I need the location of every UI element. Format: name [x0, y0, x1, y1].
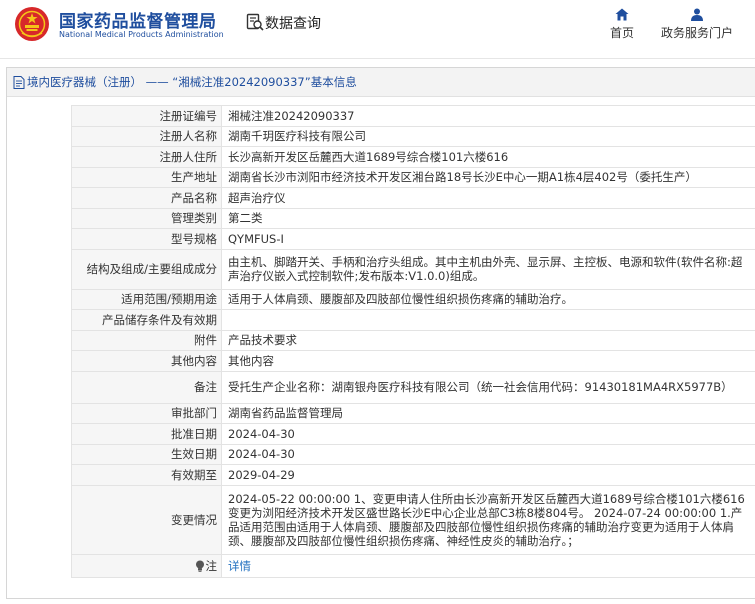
field-label: 型号规格 — [71, 228, 222, 250]
table-row: 有效期至 2029-04-29 — [71, 464, 755, 486]
field-value: 2024-05-22 00:00:00 1、变更申请人住所由长沙高新开发区岳麓西… — [221, 484, 755, 555]
field-value: QYMFUS-I — [221, 228, 755, 250]
nav-home-label: 首页 — [609, 26, 634, 40]
field-value: 超声治疗仪 — [221, 187, 755, 209]
site-name[interactable]: 国家药品监督管理局 — [59, 7, 217, 32]
field-value: 适用于人体肩颈、腰腹部及四肢部位慢性组织损伤疼痛的辅助治疗。 — [221, 288, 755, 310]
page-section-title: 数据查询 — [265, 16, 321, 32]
table-row: 生效日期 2024-04-30 — [71, 443, 755, 465]
field-value: 由主机、脚踏开关、手柄和治疗头组成。其中主机由外壳、显示屏、主控板、电源和软件(… — [221, 248, 755, 290]
field-label: 变更情况 — [71, 484, 222, 555]
table-row-note: 注 详情 — [71, 553, 755, 578]
table-row: 适用范围/预期用途 适用于人体肩颈、腰腹部及四肢部位慢性组织损伤疼痛的辅助治疗。 — [71, 288, 755, 310]
field-label: 产品储存条件及有效期 — [71, 309, 222, 331]
table-row: 生产地址 湖南省长沙市浏阳市经济技术开发区湘台路18号长沙E中心一期A1栋4层4… — [71, 166, 755, 188]
field-label: 管理类别 — [71, 207, 222, 229]
note-label-cell: 注 — [71, 553, 222, 578]
user-icon — [691, 8, 703, 21]
table-row: 批准日期 2024-04-30 — [71, 423, 755, 445]
field-label: 注册证编号 — [71, 105, 222, 127]
table-row: 结构及组成/主要组成成分 由主机、脚踏开关、手柄和治疗头组成。其中主机由外壳、显… — [71, 248, 755, 290]
field-label: 结构及组成/主要组成成分 — [71, 248, 222, 290]
field-label: 注册人住所 — [71, 146, 222, 168]
field-label: 适用范围/预期用途 — [71, 288, 222, 310]
note-label: 注 — [205, 558, 218, 573]
field-value: 长沙高新开发区岳麓西大道1689号综合楼101六楼616 — [221, 146, 755, 168]
field-value: 湘械注准20242090337 — [221, 105, 755, 127]
table-row: 管理类别 第二类 — [71, 207, 755, 229]
field-value: 湖南千玥医疗科技有限公司 — [221, 125, 755, 147]
document-icon — [13, 75, 25, 89]
table-row: 产品名称 超声治疗仪 — [71, 187, 755, 209]
detail-panel: 境内医疗器械（注册） —— “湘械注准20242090337”基本信息 注册证编… — [6, 67, 755, 599]
table-row: 其他内容 其他内容 — [71, 350, 755, 372]
table-row: 审批部门 湖南省药品监督管理局 — [71, 402, 755, 424]
search-document-icon — [246, 13, 264, 31]
panel-title: 境内医疗器械（注册） —— “湘械注准20242090337”基本信息 — [27, 74, 357, 89]
table-row: 备注 受托生产企业名称：湖南银舟医疗科技有限公司（统一社会信用代码：914301… — [71, 370, 755, 404]
field-label: 附件 — [71, 329, 222, 351]
field-value: 受托生产企业名称：湖南银舟医疗科技有限公司（统一社会信用代码：91430181M… — [221, 370, 755, 404]
field-value: 湖南省长沙市浏阳市经济技术开发区湘台路18号长沙E中心一期A1栋4层402号（委… — [221, 166, 755, 188]
table-row: 注册证编号 湘械注准20242090337 — [71, 105, 755, 127]
lightbulb-icon — [195, 560, 204, 572]
field-value — [221, 309, 755, 331]
field-label: 审批部门 — [71, 402, 222, 424]
field-label: 其他内容 — [71, 350, 222, 372]
site-header: 国家药品监督管理局 National Medical Products Admi… — [0, 0, 755, 52]
site-name-en: National Medical Products Administration — [59, 30, 224, 39]
info-table: 注册证编号 湘械注准20242090337 注册人名称 湖南千玥医疗科技有限公司… — [71, 105, 755, 578]
table-row: 注册人住所 长沙高新开发区岳麓西大道1689号综合楼101六楼616 — [71, 146, 755, 168]
field-label: 生产地址 — [71, 166, 222, 188]
field-value: 2024-04-30 — [221, 423, 755, 445]
field-value: 2024-04-30 — [221, 443, 755, 465]
field-value: 产品技术要求 — [221, 329, 755, 351]
field-value: 其他内容 — [221, 350, 755, 372]
table-row: 变更情况 2024-05-22 00:00:00 1、变更申请人住所由长沙高新开… — [71, 484, 755, 555]
field-label: 产品名称 — [71, 187, 222, 209]
field-label: 有效期至 — [71, 464, 222, 486]
header-divider — [0, 58, 755, 59]
home-icon — [615, 8, 629, 21]
field-label: 注册人名称 — [71, 125, 222, 147]
nav-service-portal[interactable]: 政务服务门户 — [659, 8, 735, 41]
panel-header: 境内医疗器械（注册） —— “湘械注准20242090337”基本信息 — [7, 68, 755, 97]
note-value-cell: 详情 — [221, 553, 755, 578]
table-row: 附件 产品技术要求 — [71, 329, 755, 351]
table-row: 注册人名称 湖南千玥医疗科技有限公司 — [71, 125, 755, 147]
national-emblem-logo[interactable] — [14, 6, 50, 42]
field-value: 第二类 — [221, 207, 755, 229]
field-label: 备注 — [71, 370, 222, 404]
field-label: 生效日期 — [71, 443, 222, 465]
details-link[interactable]: 详情 — [228, 559, 251, 573]
table-row: 型号规格 QYMFUS-I — [71, 228, 755, 250]
field-label: 批准日期 — [71, 423, 222, 445]
nav-portal-label: 政务服务门户 — [660, 26, 733, 40]
field-value: 2029-04-29 — [221, 464, 755, 486]
field-value: 湖南省药品监督管理局 — [221, 402, 755, 424]
table-row: 产品储存条件及有效期 — [71, 309, 755, 331]
nav-home[interactable]: 首页 — [608, 8, 636, 41]
